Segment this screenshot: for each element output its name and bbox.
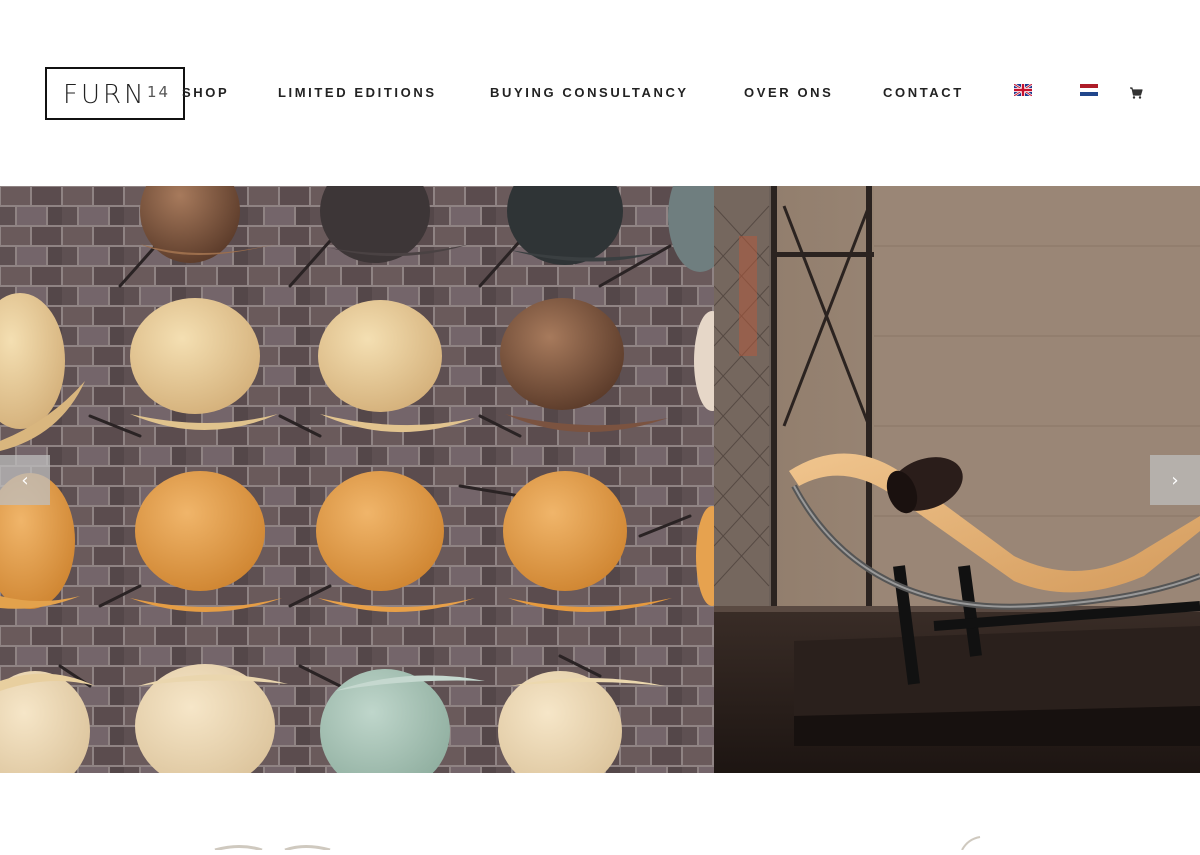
decorative-script-graphic xyxy=(214,836,981,852)
slider-prev-button[interactable]: ‹ xyxy=(0,455,50,505)
slide-chaise-longue-image xyxy=(714,186,1200,773)
flag-nl-icon[interactable] xyxy=(1080,84,1098,96)
logo-number: 14 xyxy=(147,83,171,101)
hero-slider: ‹ › xyxy=(0,186,1200,773)
slider-next-button[interactable]: › xyxy=(1150,455,1200,505)
nav-item-limited-editions[interactable]: LIMITED EDITIONS xyxy=(278,85,437,101)
nav-item-shop[interactable]: SHOP xyxy=(182,85,229,101)
logo-name: FURN xyxy=(63,80,147,110)
nav-item-over-ons[interactable]: OVER ONS xyxy=(744,85,833,101)
cart-icon[interactable] xyxy=(1129,86,1143,100)
content-section xyxy=(0,773,1200,852)
nav-item-buying-consultancy[interactable]: BUYING CONSULTANCY xyxy=(490,85,689,101)
slide-chairs-image xyxy=(0,186,714,773)
nav-item-contact[interactable]: CONTACT xyxy=(883,85,964,101)
site-header: FURN 14 SHOP LIMITED EDITIONS BUYING CON… xyxy=(0,0,1200,186)
flag-uk-icon[interactable] xyxy=(1014,84,1032,96)
site-logo[interactable]: FURN 14 xyxy=(45,67,185,120)
